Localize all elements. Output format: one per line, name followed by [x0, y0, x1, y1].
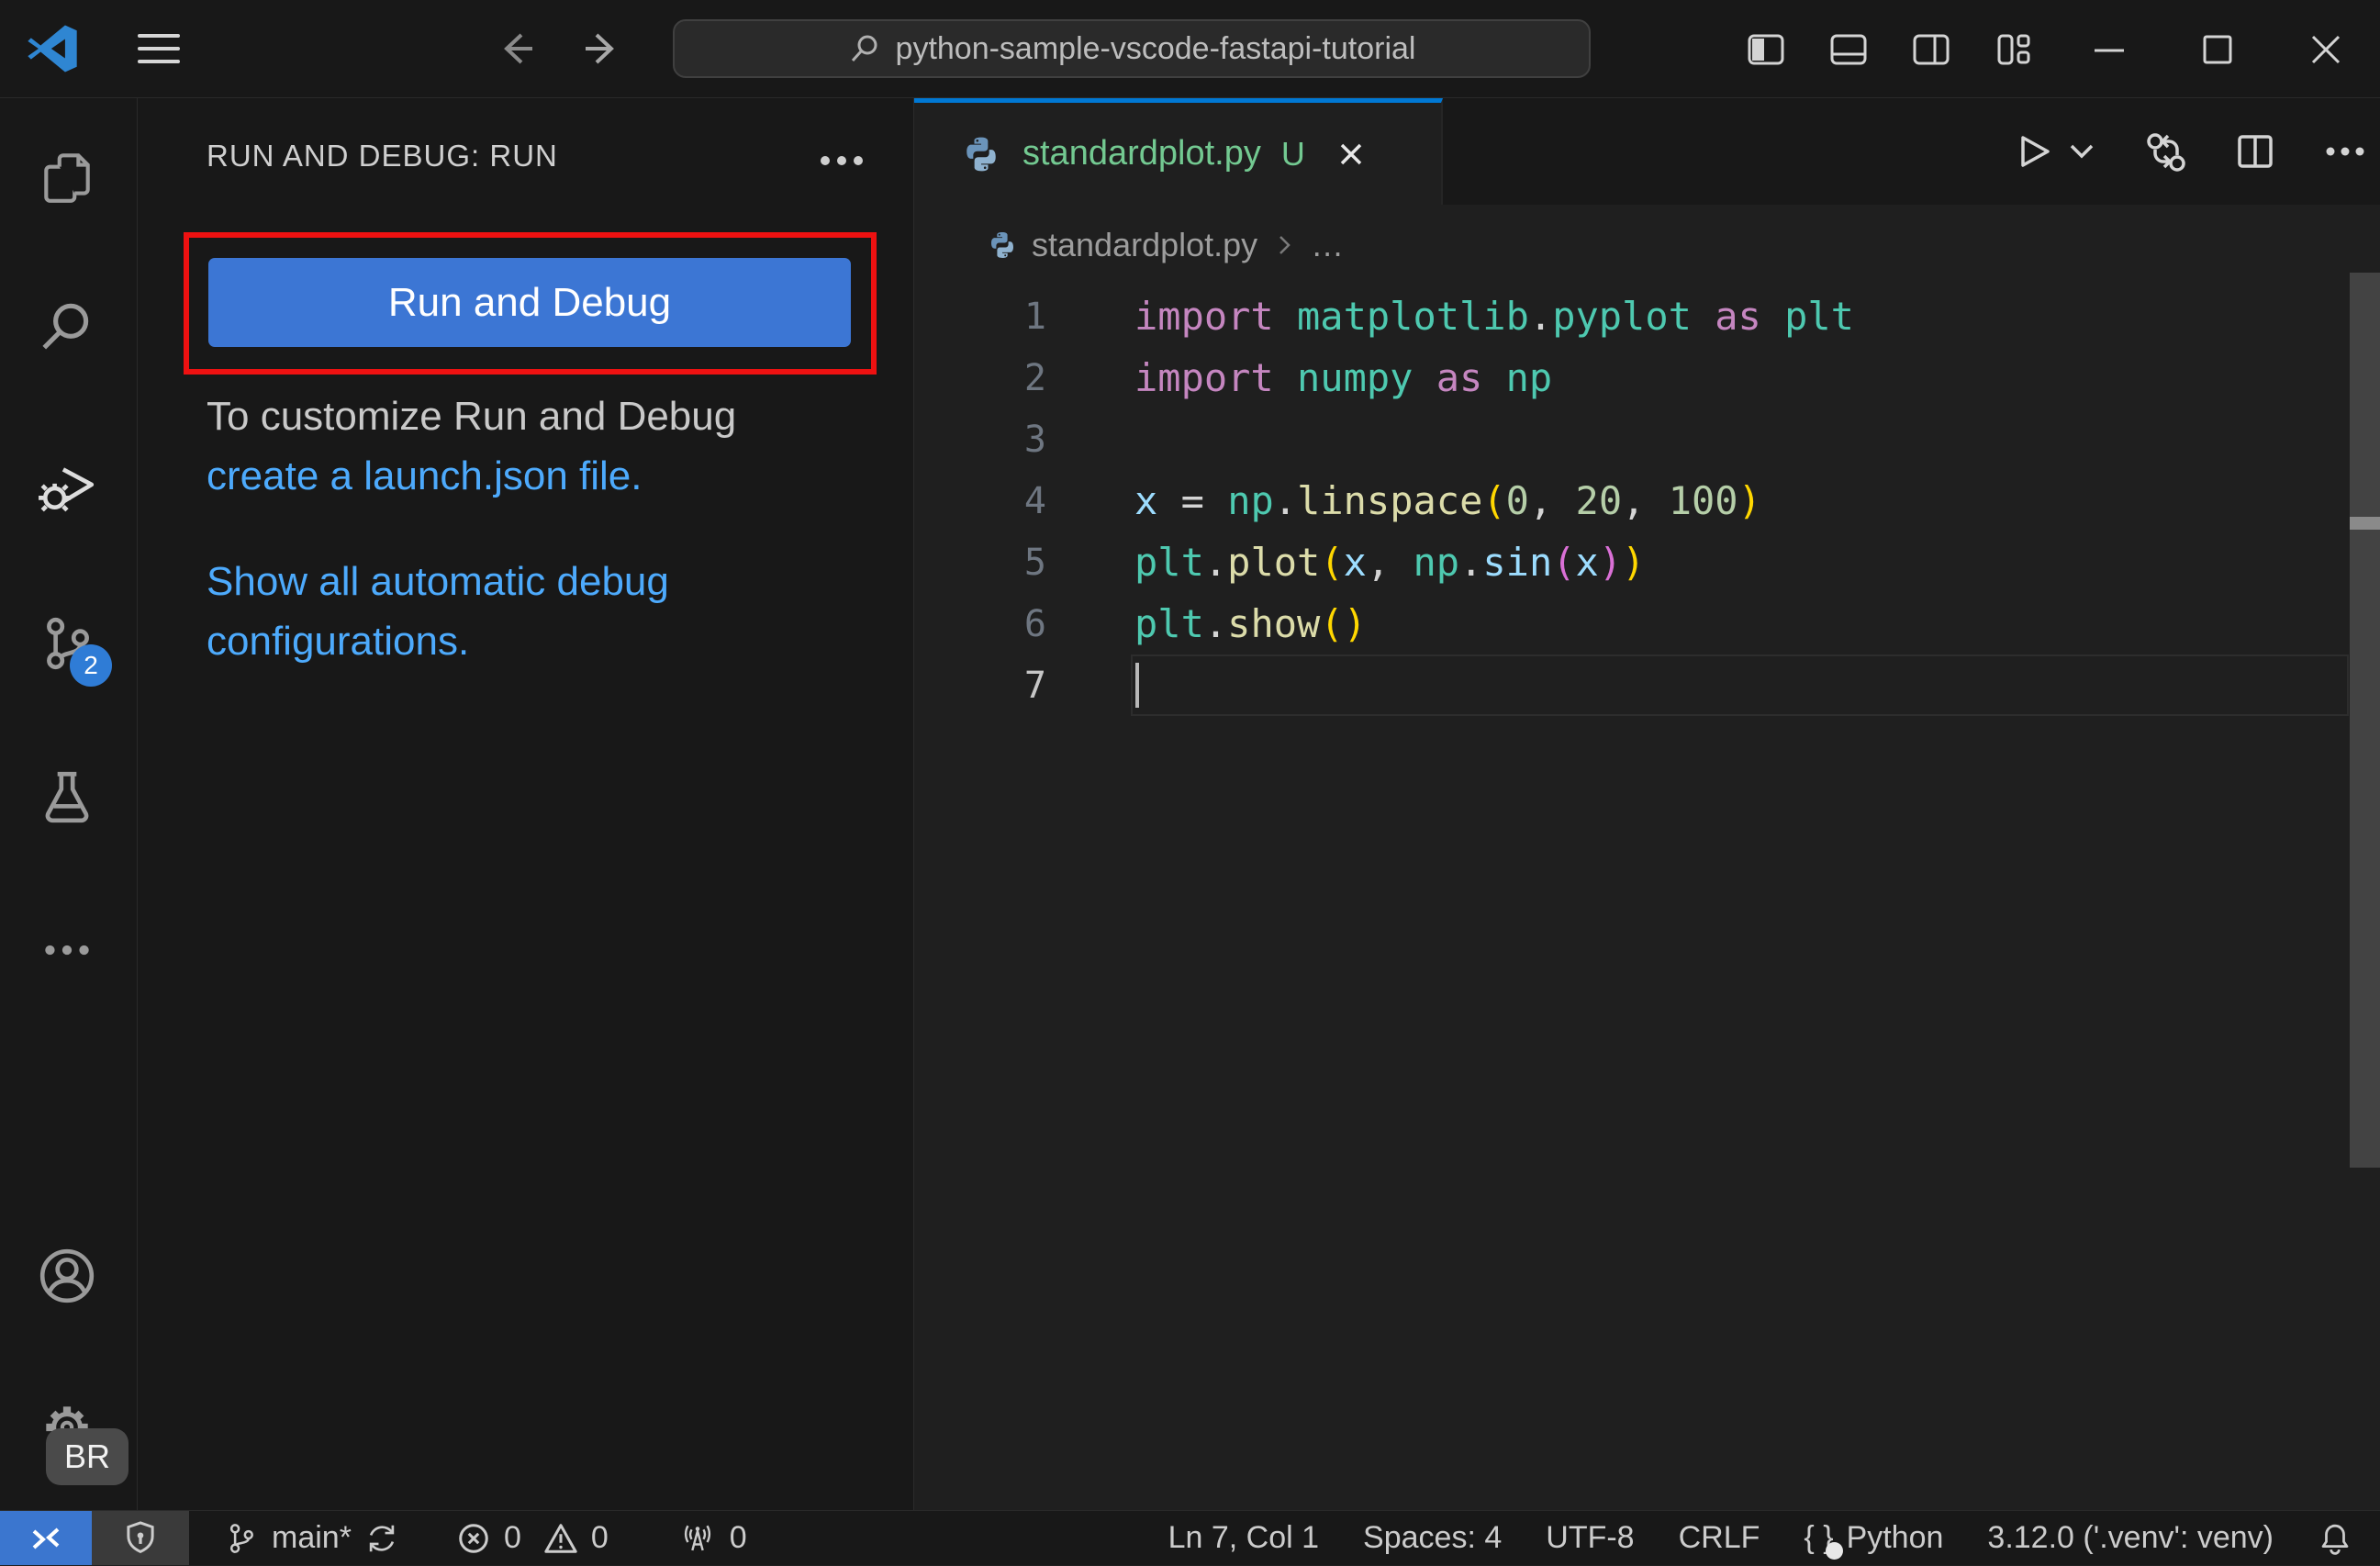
- remote-indicator[interactable]: [0, 1511, 92, 1565]
- show-auto-configs-link[interactable]: Show all automatic debug configurations.: [207, 559, 669, 664]
- line-number: 6: [1023, 602, 1046, 645]
- code-line-4[interactable]: 4 x = np.linspace(0, 20, 100): [914, 470, 2380, 531]
- code-line-1[interactable]: 1 import matplotlib.pyplot as plt: [914, 285, 2380, 347]
- language-status-icon: { }: [1804, 1520, 1844, 1560]
- error-count: 0: [503, 1520, 521, 1555]
- account-icon[interactable]: [37, 1246, 97, 1306]
- editor-scrollbar[interactable]: [2350, 273, 2380, 1168]
- code-line-6[interactable]: 6 plt.show(): [914, 593, 2380, 654]
- breadcrumb-symbol-ellipsis[interactable]: …: [1311, 226, 1344, 264]
- chevron-right-icon: [1279, 236, 1291, 254]
- toggle-sidebar-icon[interactable]: [1745, 28, 1787, 71]
- line-text: plt.show(): [1134, 601, 1367, 646]
- run-and-debug-button[interactable]: Run and Debug: [208, 258, 851, 347]
- line-number: 3: [1023, 418, 1046, 461]
- scrollbar-cursor-marker: [2350, 517, 2380, 530]
- status-bar: main* 0 0 0 Ln 7, Col 1 Spaces: 4 UTF-8 …: [0, 1510, 2380, 1565]
- text-cursor: [1135, 663, 1139, 708]
- forward-arrow-icon[interactable]: [580, 28, 622, 70]
- line-number: 7: [1023, 664, 1046, 707]
- line-text: x = np.linspace(0, 20, 100): [1134, 478, 1761, 523]
- more-views-icon[interactable]: [37, 920, 97, 980]
- minimize-icon[interactable]: [2088, 28, 2130, 71]
- code-line-5[interactable]: 5 plt.plot(x, np.sin(x)): [914, 531, 2380, 593]
- back-arrow-icon[interactable]: [496, 28, 538, 70]
- profile-badge[interactable]: BR: [46, 1428, 128, 1485]
- search-input-value: python-sample-vscode-fastapi-tutorial: [895, 30, 1416, 66]
- menu-icon[interactable]: [138, 30, 180, 67]
- tab-modified-indicator: U: [1280, 134, 1305, 173]
- run-debug-sidebar: RUN AND DEBUG: RUN Run and Debug To cust…: [138, 98, 914, 1510]
- python-file-icon: [967, 137, 996, 171]
- python-interpreter[interactable]: 3.12.0 ('.venv': venv): [1965, 1511, 2296, 1565]
- language-name: Python: [1846, 1520, 1944, 1555]
- run-dropdown-chevron-icon[interactable]: [2066, 129, 2097, 173]
- title-bar: python-sample-vscode-fastapi-tutorial: [0, 0, 2380, 98]
- command-center-search[interactable]: python-sample-vscode-fastapi-tutorial: [673, 19, 1591, 78]
- indentation[interactable]: Spaces: 4: [1341, 1511, 1524, 1565]
- customize-layout-icon[interactable]: [1993, 28, 2035, 71]
- explorer-icon[interactable]: [37, 148, 97, 208]
- run-and-debug-icon[interactable]: [37, 456, 97, 517]
- current-line-highlight: [1131, 654, 2349, 716]
- auto-configs-text: Show all automatic debug configurations.: [207, 552, 812, 671]
- close-icon[interactable]: [2305, 28, 2347, 71]
- maximize-icon[interactable]: [2196, 28, 2239, 71]
- editor-toolbar: [2011, 98, 2367, 205]
- vscode-logo-icon: [28, 25, 77, 73]
- line-number: 5: [1023, 541, 1046, 584]
- search-icon: [851, 35, 877, 62]
- editor-group: standardplot.py U standardplot.py … 1 im…: [914, 98, 2380, 1510]
- warning-count: 0: [590, 1520, 609, 1555]
- customize-hint-text: To customize Run and Debug create a laun…: [207, 386, 812, 506]
- python-file-icon: [991, 232, 1013, 258]
- activity-bar: 2 BR: [0, 98, 138, 1510]
- problems-indicator[interactable]: 0 0: [434, 1511, 631, 1565]
- customize-hint-prefix: To customize Run and Debug: [207, 394, 737, 439]
- testing-icon[interactable]: [37, 766, 97, 827]
- run-python-file-icon[interactable]: [2011, 129, 2055, 173]
- breadcrumb[interactable]: standardplot.py …: [914, 205, 2380, 285]
- code-line-7[interactable]: 7: [914, 654, 2380, 716]
- tab-close-icon[interactable]: [1333, 136, 1369, 173]
- tab-standardplot[interactable]: standardplot.py U: [914, 98, 1443, 205]
- create-launch-json-link[interactable]: create a launch.json file.: [207, 453, 642, 498]
- encoding[interactable]: UTF-8: [1524, 1511, 1656, 1565]
- toggle-secondary-sidebar-icon[interactable]: [1910, 28, 1952, 71]
- warning-icon: [544, 1523, 577, 1553]
- radio-tower-icon: [684, 1525, 710, 1550]
- sync-icon[interactable]: [364, 1521, 399, 1556]
- line-number: 4: [1023, 479, 1046, 522]
- line-text: plt.plot(x, np.sin(x)): [1134, 540, 1646, 585]
- tab-bar: standardplot.py U: [914, 98, 2380, 205]
- sidebar-title: RUN AND DEBUG: RUN: [207, 139, 558, 173]
- language-mode[interactable]: { } Python: [1782, 1511, 1965, 1565]
- open-changes-icon[interactable]: [2143, 129, 2187, 173]
- code-line-3[interactable]: 3: [914, 408, 2380, 470]
- bell-icon: [2321, 1524, 2349, 1555]
- line-text: import matplotlib.pyplot as plt: [1134, 294, 1854, 339]
- editor-more-actions-icon[interactable]: [2323, 129, 2367, 173]
- forwarded-ports-indicator[interactable]: 0: [656, 1511, 769, 1565]
- eol-sequence[interactable]: CRLF: [1657, 1511, 1782, 1565]
- toggle-panel-icon[interactable]: [1827, 28, 1870, 71]
- cursor-position[interactable]: Ln 7, Col 1: [1146, 1511, 1341, 1565]
- line-number: 1: [1023, 295, 1046, 338]
- line-text: import numpy as np: [1134, 355, 1553, 400]
- split-editor-icon[interactable]: [2233, 129, 2277, 173]
- workspace-trust-icon[interactable]: [92, 1511, 189, 1565]
- tab-filename: standardplot.py: [1022, 134, 1261, 173]
- breadcrumb-file[interactable]: standardplot.py: [1032, 226, 1257, 264]
- line-number: 2: [1023, 356, 1046, 399]
- source-control-badge: 2: [70, 644, 112, 687]
- error-icon: [459, 1523, 488, 1553]
- ports-count: 0: [729, 1520, 747, 1555]
- views-more-actions-icon[interactable]: [812, 142, 871, 179]
- branch-name: main*: [272, 1520, 352, 1555]
- code-line-2[interactable]: 2 import numpy as np: [914, 347, 2380, 408]
- search-icon[interactable]: [37, 296, 97, 357]
- branch-indicator[interactable]: main*: [204, 1511, 421, 1565]
- notifications-bell[interactable]: [2296, 1511, 2380, 1565]
- code-lines[interactable]: 1 import matplotlib.pyplot as plt 2 import …: [914, 285, 2380, 716]
